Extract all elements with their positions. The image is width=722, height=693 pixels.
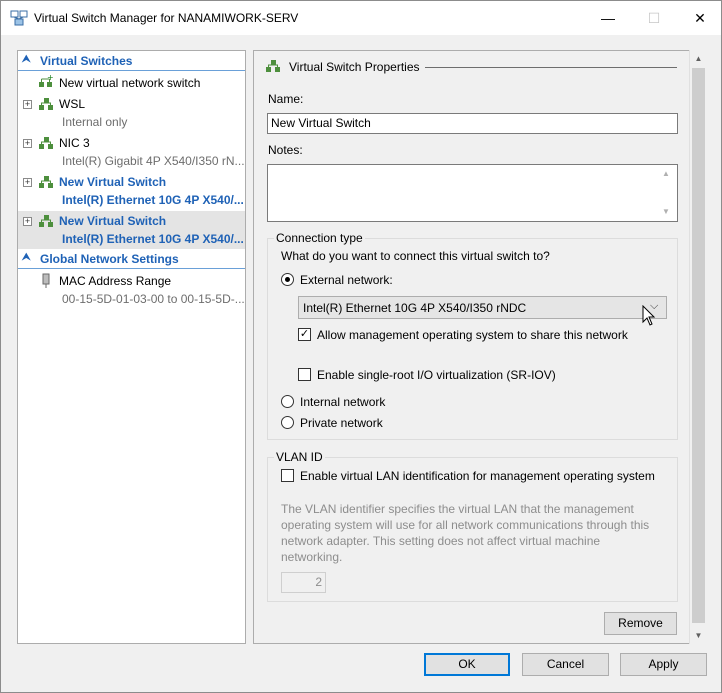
mouse-cursor-icon [642,304,658,330]
tree-item-subtitle: 00-15-5D-01-03-00 to 00-15-5D-... [62,292,245,306]
global-network-settings-header[interactable]: ⮝ Global Network Settings [18,249,245,269]
ok-button[interactable]: OK [424,653,510,676]
expand-plus-icon[interactable]: + [23,217,32,226]
svg-text:+: + [47,75,54,82]
expand-plus-icon[interactable]: + [23,178,32,187]
vlan-id-input[interactable]: 2 [281,572,326,593]
virtual-switches-section-header[interactable]: ⮝ Virtual Switches [18,51,245,71]
properties-scrollbar[interactable]: ▲ ▼ [689,50,706,644]
connection-type-title: Connection type [274,231,365,245]
network-switch-icon [265,59,281,76]
scroll-up-arrow-icon: ▲ [662,169,670,178]
scroll-down-arrow-icon: ▼ [662,207,670,216]
maximize-button[interactable]: ☐ [631,1,677,35]
virtual-switch-manager-window: Virtual Switch Manager for NANAMIWORK-SE… [0,0,722,693]
minimize-button[interactable]: — [585,1,631,35]
tree-item-new-virtual-switch-1[interactable]: + New Virtual Switch Intel(R) Ethernet 1… [18,172,245,210]
connection-question: What do you want to connect this virtual… [281,249,550,263]
vlan-description-line: network adapter. This setting does not a… [281,534,601,548]
remove-button[interactable]: Remove [604,612,677,635]
vlan-description-line: The VLAN identifier specifies the virtua… [281,502,634,516]
vlan-description-line: operating system will use for all networ… [281,518,650,532]
sriov-label[interactable]: Enable single-root I/O virtualization (S… [317,368,556,382]
tree-item-nic3[interactable]: + NIC 3 Intel(R) Gigabit 4P X540/I350 rN… [18,133,245,171]
remove-button-label: Remove [618,616,663,630]
header-divider [425,67,677,68]
tree-item-label: WSL [59,97,86,111]
add-network-switch-icon: + [38,73,54,89]
vlan-title: VLAN ID [274,450,325,464]
tree-item-label: MAC Address Range [59,274,172,288]
tree-item-label: New virtual network switch [59,76,201,90]
tree-item-subtitle: Intel(R) Ethernet 10G 4P X540/... [62,232,244,246]
expand-plus-icon[interactable]: + [23,139,32,148]
notes-textarea[interactable] [267,164,678,222]
allow-management-checkbox[interactable]: ✓ [298,328,311,341]
cancel-button[interactable]: Cancel [522,653,609,676]
network-switch-icon [38,214,54,228]
scroll-up-icon[interactable]: ▲ [690,50,707,67]
scrollbar-thumb[interactable] [692,68,705,623]
tree-item-new-virtual-network-switch[interactable]: + New virtual network switch [18,73,245,93]
enable-vlan-checkbox[interactable] [281,469,294,482]
internal-network-radio[interactable] [281,395,294,408]
allow-management-label[interactable]: Allow management operating system to sha… [317,328,628,342]
window-title: Virtual Switch Manager for NANAMIWORK-SE… [34,11,299,25]
collapse-chevron-icon[interactable]: ⮝ [22,252,31,263]
expand-plus-icon[interactable]: + [23,100,32,109]
close-button[interactable]: ✕ [677,1,722,35]
tree-item-new-virtual-switch-2[interactable]: + New Virtual Switch Intel(R) Ethernet 1… [18,211,245,249]
tree-item-label: New Virtual Switch [59,214,167,228]
notes-label: Notes: [268,143,303,157]
network-switch-icon [38,175,54,189]
network-switch-icon [38,97,54,111]
network-switch-icon [38,136,54,150]
title-bar[interactable]: Virtual Switch Manager for NANAMIWORK-SE… [1,1,721,35]
enable-vlan-label[interactable]: Enable virtual LAN identification for ma… [300,469,655,483]
name-input[interactable]: New Virtual Switch [267,113,678,134]
ok-button-label: OK [458,657,476,671]
name-label: Name: [268,92,304,106]
sriov-checkbox[interactable] [298,368,311,381]
apply-button[interactable]: Apply [620,653,707,676]
external-network-label[interactable]: External network: [300,273,393,287]
tree-item-subtitle: Intel(R) Ethernet 10G 4P X540/... [62,193,244,207]
tree-item-subtitle: Intel(R) Gigabit 4P X540/I350 rN... [62,154,245,168]
external-network-radio[interactable] [281,273,294,286]
cancel-button-label: Cancel [546,657,585,671]
internal-network-label[interactable]: Internal network [300,395,385,409]
network-adapter-icon [40,273,56,288]
private-network-label[interactable]: Private network [300,416,383,430]
vlan-description-line: networking. [281,550,343,564]
collapse-chevron-icon[interactable]: ⮝ [22,54,31,65]
tree-item-label: NIC 3 [59,136,90,150]
tree-item-wsl[interactable]: + WSL Internal only [18,94,245,132]
switch-manager-icon [10,10,28,26]
switch-tree-pane: ⮝ Virtual Switches + New virtual network… [17,50,246,644]
tree-item-subtitle: Internal only [62,115,128,129]
scroll-down-icon[interactable]: ▼ [690,627,707,644]
adapter-dropdown[interactable]: Intel(R) Ethernet 10G 4P X540/I350 rNDC … [298,296,667,319]
apply-button-label: Apply [648,657,679,671]
adapter-selected-value: Intel(R) Ethernet 10G 4P X540/I350 rNDC [303,301,527,315]
tree-item-label: New Virtual Switch [59,175,167,189]
tree-item-mac-address-range[interactable]: MAC Address Range 00-15-5D-01-03-00 to 0… [18,271,245,309]
private-network-radio[interactable] [281,416,294,429]
properties-header: Virtual Switch Properties [289,60,420,74]
